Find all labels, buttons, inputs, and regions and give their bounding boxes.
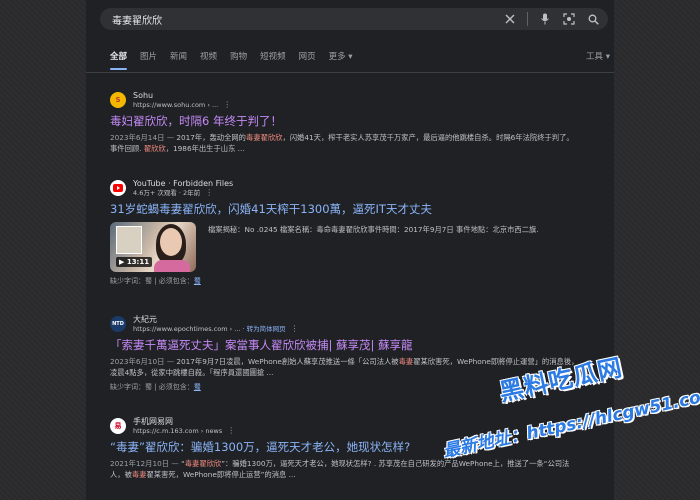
more-options-icon[interactable]: ⋮ — [223, 100, 231, 109]
must-include-link[interactable]: 蜀 — [194, 383, 201, 391]
more-options-icon[interactable]: ⋮ — [227, 426, 235, 435]
netease-favicon-icon: 易 — [110, 418, 126, 434]
result-snippet: 2023年6月14日 — 2017年，轰动全网的毒妻翟欣欣，闪婚41天，榨干老实… — [110, 133, 574, 153]
result-source[interactable]: NTD 大紀元 https://www.epochtimes.com › ...… — [110, 314, 580, 334]
result-title-link[interactable]: 毒妇翟欣欣，时隔6 年终于判了！ — [110, 114, 580, 129]
video-meta: 4.6万+ 次观看 · 2年前 — [133, 188, 201, 197]
result-source[interactable]: YouTube · Forbidden Files 4.6万+ 次观看 · 2年… — [110, 178, 580, 198]
left-margin-background — [0, 0, 86, 500]
result-source[interactable]: S Sohu https://www.sohu.com › ... ⋮ — [110, 90, 580, 110]
search-bar[interactable]: 毒妻翟欣欣 — [100, 8, 608, 30]
source-name: Sohu — [133, 90, 154, 100]
sohu-favicon-icon: S — [110, 92, 126, 108]
microphone-icon[interactable] — [536, 10, 554, 28]
camera-search-icon[interactable] — [560, 10, 578, 28]
more-options-icon[interactable]: ⋮ — [291, 324, 299, 333]
youtube-favicon-icon — [110, 180, 126, 196]
source-name: 手机网易网 — [133, 416, 173, 426]
search-icon[interactable] — [584, 10, 602, 28]
tab-web[interactable]: 网页 — [299, 50, 316, 68]
tab-short-videos[interactable]: 短视频 — [260, 50, 286, 68]
clear-icon[interactable] — [501, 10, 519, 28]
search-result: S Sohu https://www.sohu.com › ... ⋮ 毒妇翟欣欣… — [110, 90, 580, 154]
must-include-link[interactable]: 蜀 — [194, 277, 201, 285]
result-snippet: 檔案揭秘：No .0245 檔案名稱：毒命毒妻翟欣欣事件時間：2017年9月7日… — [208, 225, 539, 234]
search-tabs: 全部 图片 新闻 视频 购物 短视频 网页 更多 ▾ 工具 ▾ — [110, 50, 610, 70]
source-name: 大紀元 — [133, 314, 157, 324]
right-margin-background — [614, 0, 700, 500]
search-divider — [527, 12, 528, 26]
tab-videos[interactable]: 视频 — [200, 50, 217, 68]
tabs-divider — [86, 72, 614, 73]
missing-terms: 缺少字词：蜀 | 必须包含：蜀 — [110, 277, 201, 285]
tools-button[interactable]: 工具 ▾ — [586, 50, 610, 62]
tab-more[interactable]: 更多 ▾ — [329, 50, 353, 68]
result-title-link[interactable]: 「索妻千萬逼死丈夫」案當事人翟欣欣被捕| 蘇享茂| 蘇享龍 — [110, 338, 580, 353]
search-input[interactable]: 毒妻翟欣欣 — [112, 12, 501, 27]
search-result-video: YouTube · Forbidden Files 4.6万+ 次观看 · 2年… — [110, 178, 580, 286]
tab-shopping[interactable]: 购物 — [230, 50, 247, 68]
video-duration-badge: ▶ 13:11 — [116, 257, 153, 267]
translate-link[interactable]: · 转为简体网页 — [240, 325, 286, 333]
tab-images[interactable]: 图片 — [140, 50, 157, 68]
video-thumbnail[interactable]: ▶ 13:11 — [110, 222, 196, 272]
tab-news[interactable]: 新闻 — [170, 50, 187, 68]
source-url: https://www.epochtimes.com › ... — [133, 324, 241, 333]
result-snippet: 2021年12月10日 — “毒妻翟欣欣”：骗婚1300万，逼死天才老公，她现状… — [110, 459, 570, 479]
epochtimes-favicon-icon: NTD — [110, 316, 126, 332]
source-url: https://c.m.163.com › news — [133, 426, 223, 435]
tab-all[interactable]: 全部 — [110, 50, 128, 70]
source-url: https://www.sohu.com › ... — [133, 100, 219, 109]
result-title-link[interactable]: 31岁蛇蝎毒妻翟欣欣，闪婚41天榨干1300萬，逼死IT天才丈夫 — [110, 202, 580, 217]
more-options-icon[interactable]: ⋮ — [205, 188, 213, 197]
source-name: YouTube · Forbidden Files — [133, 178, 234, 188]
